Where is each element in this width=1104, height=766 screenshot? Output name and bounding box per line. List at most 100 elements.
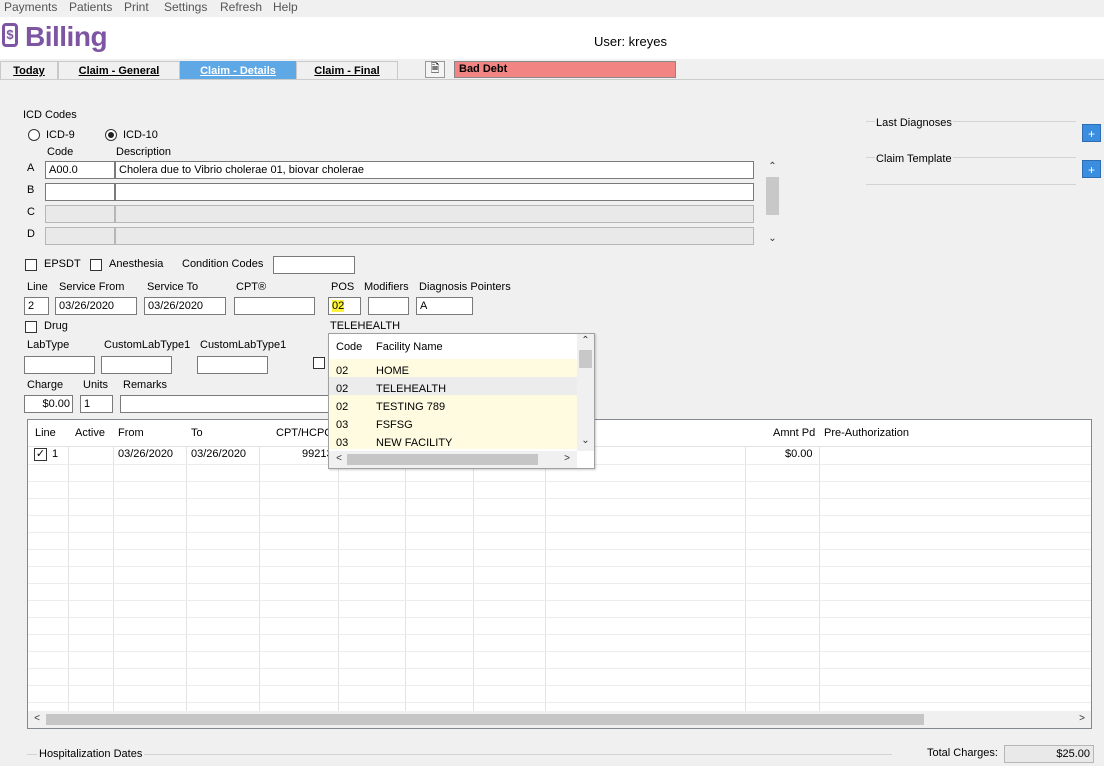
icd-scrollbar[interactable]: ⌃ ⌄ <box>764 161 781 247</box>
icd9-radio[interactable] <box>28 129 40 141</box>
scroll-up-icon[interactable]: ⌃ <box>577 335 594 346</box>
diagnosis-pointers-label: Diagnosis Pointers <box>419 281 511 293</box>
charge-label: Charge <box>27 379 64 391</box>
document-icon[interactable]: 🗎 <box>425 61 445 78</box>
hospitalization-group <box>27 754 892 766</box>
tab-today[interactable]: Today <box>0 61 58 79</box>
grid-hscrollbar[interactable]: < > <box>28 711 1091 728</box>
popup-col-code: Code <box>336 341 363 353</box>
remarks-input[interactable] <box>120 395 330 413</box>
last-diagnoses-label: Last Diagnoses <box>875 117 953 129</box>
anesthesia-checkbox[interactable] <box>90 259 102 271</box>
drug-checkbox[interactable] <box>25 321 37 333</box>
icd-desc-b[interactable] <box>115 183 754 201</box>
line-input[interactable]: 2 <box>24 297 49 315</box>
menu-refresh[interactable]: Refresh <box>220 0 262 14</box>
scroll-right-icon[interactable]: > <box>1076 713 1088 724</box>
row-amnt-pd: $0.00 <box>785 448 813 460</box>
scroll-thumb[interactable] <box>46 714 924 725</box>
diagnosis-pointers-input[interactable]: A <box>416 297 473 315</box>
scroll-up-icon[interactable]: ⌃ <box>764 161 781 172</box>
tab-claim-final[interactable]: Claim - Final <box>296 61 398 79</box>
condition-codes-label: Condition Codes <box>182 258 264 270</box>
scroll-thumb[interactable] <box>347 454 538 465</box>
service-from-label: Service From <box>59 281 125 293</box>
charge-input[interactable]: $0.00 <box>24 395 73 413</box>
scroll-thumb[interactable] <box>579 350 592 368</box>
icd-desc-c[interactable] <box>115 205 754 223</box>
total-charges-value: $25.00 <box>1004 745 1094 763</box>
col-line[interactable]: Line <box>35 427 56 439</box>
units-input[interactable]: 1 <box>80 395 113 413</box>
icd-code-b[interactable] <box>45 183 115 201</box>
pos-option[interactable]: 02 HOME <box>329 359 577 377</box>
tab-claim-details[interactable]: Claim - Details <box>180 61 296 79</box>
col-from[interactable]: From <box>118 427 144 439</box>
claim-template-label: Claim Template <box>875 153 953 165</box>
col-to[interactable]: To <box>191 427 203 439</box>
bad-debt-banner: Bad Debt <box>454 61 676 78</box>
icd-row-letter: C <box>27 206 35 218</box>
row-checkbox[interactable]: ✓ <box>34 448 47 461</box>
menu-patients[interactable]: Patients <box>69 0 112 14</box>
extra-checkbox[interactable] <box>313 357 325 369</box>
pos-input[interactable]: 02 <box>328 297 361 315</box>
icd-row-letter: D <box>27 228 35 240</box>
menu-payments[interactable]: Payments <box>4 0 57 14</box>
icd-desc-a[interactable]: Cholera due to Vibrio cholerae 01, biova… <box>115 161 754 179</box>
scroll-right-icon[interactable]: > <box>561 453 573 464</box>
pos-description: TELEHEALTH <box>330 320 401 332</box>
pos-option[interactable]: 02 TELEHEALTH <box>329 377 577 395</box>
user-label: User: kreyes <box>594 34 667 49</box>
custom-labtype1-select[interactable] <box>101 356 172 374</box>
billing-logo-icon: $ <box>2 23 18 47</box>
icd-codes-title: ICD Codes <box>23 109 77 121</box>
col-active[interactable]: Active <box>75 427 105 439</box>
icd-code-d[interactable] <box>45 227 115 245</box>
tab-claim-general[interactable]: Claim - General <box>58 61 180 79</box>
labtype-select[interactable] <box>24 356 95 374</box>
menu-help[interactable]: Help <box>273 0 298 14</box>
menu-bar: Payments Patients Print Settings Refresh… <box>0 0 1104 17</box>
anesthesia-label: Anesthesia <box>109 258 164 270</box>
custom-labtype2-label: CustomLabType1 <box>200 339 287 351</box>
units-label: Units <box>83 379 109 391</box>
row-to: 03/26/2020 <box>191 448 247 460</box>
last-diagnoses-add-button[interactable]: + <box>1082 124 1101 142</box>
row-from: 03/26/2020 <box>118 448 174 460</box>
pos-label: POS <box>331 281 355 293</box>
service-to-label: Service To <box>147 281 199 293</box>
icd-code-c[interactable] <box>45 205 115 223</box>
epsdt-checkbox[interactable] <box>25 259 37 271</box>
claim-template-add-button[interactable]: + <box>1082 160 1101 178</box>
condition-codes-input[interactable] <box>273 256 355 274</box>
scroll-left-icon[interactable]: < <box>31 713 43 724</box>
menu-settings[interactable]: Settings <box>164 0 207 14</box>
icd-desc-d[interactable] <box>115 227 754 245</box>
service-from-input[interactable]: 03/26/2020 <box>55 297 137 315</box>
popup-hscrollbar[interactable]: < > <box>329 451 577 468</box>
custom-labtype2-select[interactable] <box>197 356 268 374</box>
pos-option[interactable]: 03 NEW FACILITY <box>329 431 577 449</box>
col-pre-auth[interactable]: Pre-Authorization <box>824 427 909 439</box>
col-amnt-pd[interactable]: Amnt Pd <box>773 427 815 439</box>
description-header: Description <box>116 146 172 158</box>
scroll-thumb[interactable] <box>766 177 779 215</box>
scroll-down-icon[interactable]: ⌄ <box>764 233 781 244</box>
menu-print[interactable]: Print <box>124 0 149 14</box>
icd10-radio[interactable] <box>105 129 117 141</box>
scroll-down-icon[interactable]: ⌄ <box>577 435 594 446</box>
modifiers-input[interactable] <box>368 297 409 315</box>
pos-option[interactable]: 03 FSFSG <box>329 413 577 431</box>
cpt-input[interactable] <box>234 297 315 315</box>
pos-value: 02 <box>332 300 345 312</box>
icd-code-a[interactable]: A00.0 <box>45 161 115 179</box>
popup-vscrollbar[interactable]: ⌃ ⌄ <box>577 334 594 451</box>
pos-option[interactable]: 02 TESTING 789 <box>329 395 577 413</box>
scroll-left-icon[interactable]: < <box>333 453 345 464</box>
remarks-label: Remarks <box>123 379 168 391</box>
modifiers-label: Modifiers <box>364 281 409 293</box>
popup-col-name: Facility Name <box>376 341 443 353</box>
service-to-input[interactable]: 03/26/2020 <box>144 297 226 315</box>
pos-dropdown-popup: Code Facility Name 02 HOME 02 TELEHEALTH… <box>328 333 595 469</box>
